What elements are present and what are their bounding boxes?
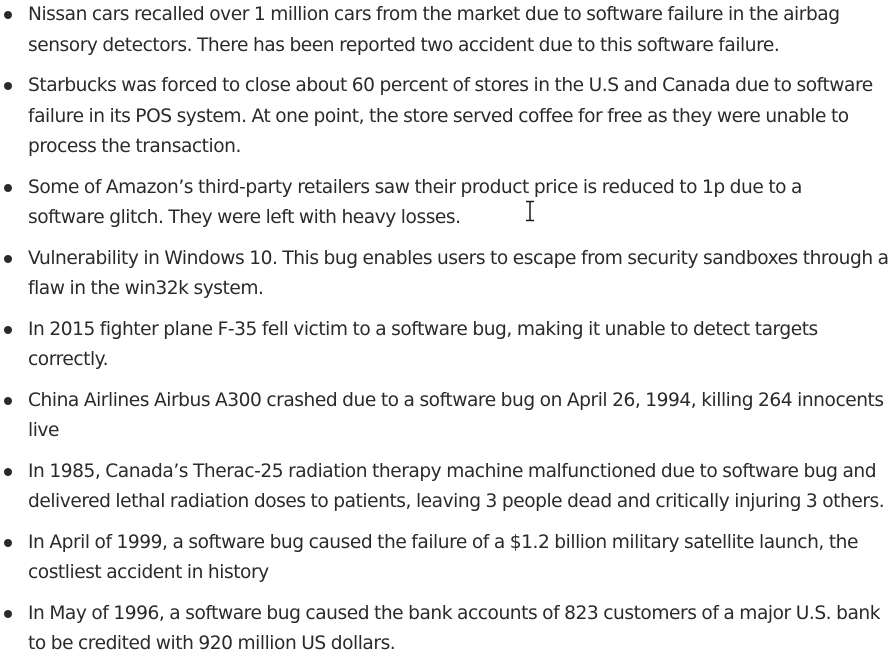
list-item-line: In 1985, Canada’s Therac-25 radiation th… <box>28 460 877 482</box>
bullet-dot-icon <box>4 396 12 405</box>
list-item: In May of 1996, a software bug caused th… <box>0 599 895 660</box>
text-cursor-icon <box>526 200 534 222</box>
list-item-line: flaw in the win32k system. <box>28 278 264 299</box>
list-item-line: China Airlines Airbus A300 crashed due t… <box>28 389 884 411</box>
list-item-line: In April of 1999, a software bug caused … <box>28 531 858 553</box>
list-item-line: Starbucks was forced to close about 60 p… <box>28 75 873 96</box>
list-item: Nissan cars recalled over 1 million cars… <box>0 0 895 61</box>
list-item: In 2015 fighter plane F-35 fell victim t… <box>0 315 895 376</box>
list-item-line: software glitch. They were left with hea… <box>28 207 461 228</box>
list-item-line: to be credited with 920 million US dolla… <box>28 633 396 654</box>
list-item: China Airlines Airbus A300 crashed due t… <box>0 386 895 447</box>
bullet-dot-icon <box>4 609 12 618</box>
list-item-line: live <box>28 420 59 441</box>
bullet-dot-icon <box>4 467 12 476</box>
bullet-dot-icon <box>4 254 12 263</box>
list-item-line: correctly. <box>28 349 109 370</box>
bullet-dot-icon <box>4 183 12 192</box>
bullet-dot-icon <box>4 82 12 90</box>
list-item-line: Nissan cars recalled over 1 million cars… <box>28 4 840 25</box>
list-item: In April of 1999, a software bug caused … <box>0 528 895 589</box>
bullet-dot-icon <box>4 11 12 19</box>
list-item-line: delivered lethal radiation doses to pati… <box>28 491 885 512</box>
list-item: Some of Amazon’s third-party retailers s… <box>0 173 895 234</box>
bullet-dot-icon <box>4 538 12 547</box>
list-item-line: process the transaction. <box>28 136 241 157</box>
list-item-line: Some of Amazon’s third-party retailers s… <box>28 176 802 198</box>
list-item: Starbucks was forced to close about 60 p… <box>0 71 895 163</box>
bullet-list: Nissan cars recalled over 1 million cars… <box>0 0 895 670</box>
list-item-line: failure in its POS system. At one point,… <box>28 105 849 127</box>
list-item-line: In 2015 fighter plane F-35 fell victim t… <box>28 318 818 340</box>
list-item: In 1985, Canada’s Therac-25 radiation th… <box>0 457 895 518</box>
bullet-dot-icon <box>4 325 12 334</box>
list-item-line: Vulnerability in Windows 10. This bug en… <box>28 247 889 269</box>
list-item-line: sensory detectors. There has been report… <box>28 34 780 56</box>
list-item: Vulnerability in Windows 10. This bug en… <box>0 244 895 305</box>
list-item-line: costliest accident in history <box>28 562 269 583</box>
list-item-line: In May of 1996, a software bug caused th… <box>28 602 881 624</box>
